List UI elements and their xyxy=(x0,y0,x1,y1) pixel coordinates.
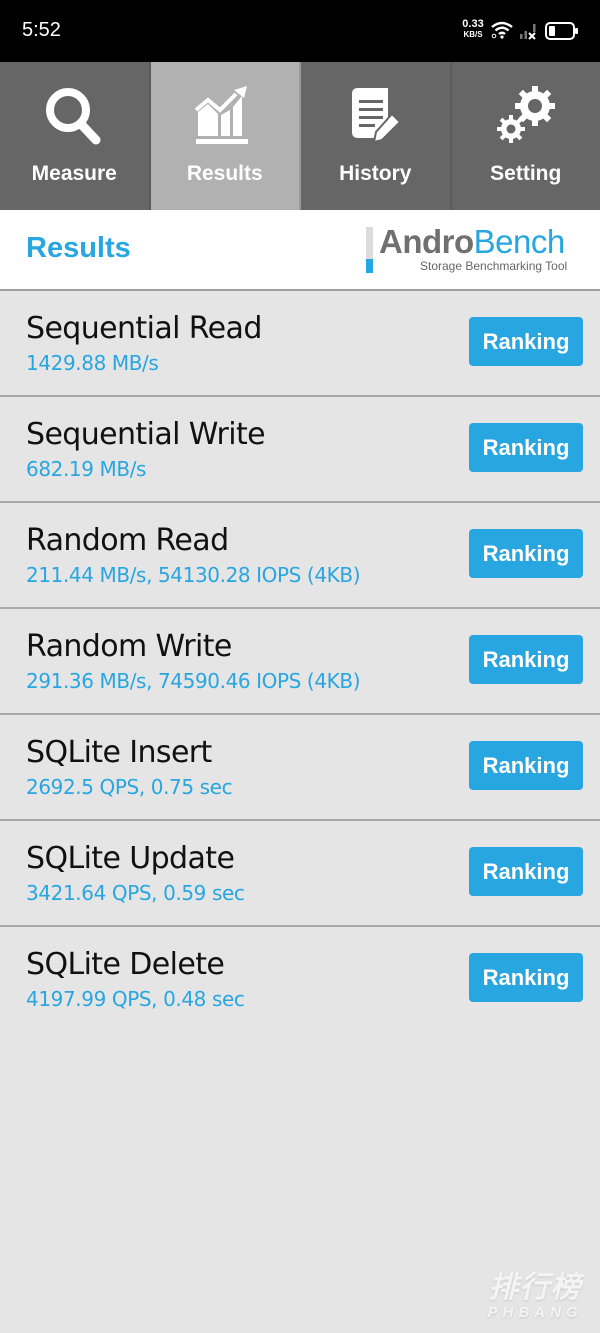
chart-trend-icon xyxy=(194,86,248,144)
result-row-sqlite-insert: SQLite Insert 2692.5 QPS, 0.75 sec Ranki… xyxy=(0,715,600,821)
watermark-en: PHBANG xyxy=(487,1304,583,1321)
result-value: 2692.5 QPS, 0.75 sec xyxy=(26,775,233,799)
tab-setting[interactable]: Setting xyxy=(451,62,600,210)
watermark-cn: 排行榜 xyxy=(488,1271,582,1304)
result-row-sqlite-delete: SQLite Delete 4197.99 QPS, 0.48 sec Rank… xyxy=(0,927,600,1031)
tab-label: Measure xyxy=(31,162,117,185)
ranking-button[interactable]: Ranking xyxy=(469,317,583,366)
results-list: Sequential Read 1429.88 MB/s Ranking Seq… xyxy=(0,291,600,1031)
result-name: SQLite Update xyxy=(26,841,235,876)
results-header: Results AndroBench Storage Benchmarking … xyxy=(0,210,600,291)
logo-bar-gray xyxy=(366,227,373,259)
result-value: 291.36 MB/s, 74590.46 IOPS (4KB) xyxy=(26,669,361,693)
result-row-sequential-write: Sequential Write 682.19 MB/s Ranking xyxy=(0,397,600,503)
logo-name-part1: Andro xyxy=(379,223,474,260)
ranking-button[interactable]: Ranking xyxy=(469,635,583,684)
watermark: 排行榜 PHBANG xyxy=(480,1262,590,1321)
ranking-button[interactable]: Ranking xyxy=(469,847,583,896)
androbench-logo: AndroBench Storage Benchmarking Tool xyxy=(366,223,586,275)
result-value: 682.19 MB/s xyxy=(26,457,147,481)
logo-name-part2: Bench xyxy=(473,223,566,260)
tab-label: History xyxy=(339,162,412,185)
wifi-icon xyxy=(491,21,513,39)
logo-bar-blue xyxy=(366,259,373,273)
ranking-button[interactable]: Ranking xyxy=(469,741,583,790)
result-value: 211.44 MB/s, 54130.28 IOPS (4KB) xyxy=(26,563,361,587)
tab-label: Setting xyxy=(490,162,562,185)
network-speed: 0.33 KB/S xyxy=(456,19,490,40)
battery-icon xyxy=(545,22,578,40)
result-name: Sequential Read xyxy=(26,311,262,346)
result-row-sqlite-update: SQLite Update 3421.64 QPS, 0.59 sec Rank… xyxy=(0,821,600,927)
result-value: 4197.99 QPS, 0.48 sec xyxy=(26,987,245,1011)
magnifier-icon xyxy=(46,88,101,145)
tab-history[interactable]: History xyxy=(301,62,452,210)
result-name: Random Read xyxy=(26,523,229,558)
page-title: Results xyxy=(26,232,131,264)
result-value: 1429.88 MB/s xyxy=(26,351,159,375)
ranking-button[interactable]: Ranking xyxy=(469,423,583,472)
status-time: 5:52 xyxy=(22,19,61,41)
result-row-random-write: Random Write 291.36 MB/s, 74590.46 IOPS … xyxy=(0,609,600,715)
result-name: Random Write xyxy=(26,629,232,664)
result-row-sequential-read: Sequential Read 1429.88 MB/s Ranking xyxy=(0,291,600,397)
document-pencil-icon xyxy=(352,88,402,144)
result-name: Sequential Write xyxy=(26,417,266,452)
gears-icon xyxy=(496,86,555,143)
result-row-random-read: Random Read 211.44 MB/s, 54130.28 IOPS (… xyxy=(0,503,600,609)
tab-label: Results xyxy=(186,162,263,185)
logo-tagline: Storage Benchmarking Tool xyxy=(420,259,568,273)
ranking-button[interactable]: Ranking xyxy=(469,529,583,578)
result-value: 3421.64 QPS, 0.59 sec xyxy=(26,881,245,905)
main-tab-bar: Measure Results History Setting xyxy=(0,62,600,210)
signal-no-service-icon xyxy=(520,24,536,40)
result-name: SQLite Insert xyxy=(26,735,212,770)
ranking-button[interactable]: Ranking xyxy=(469,953,583,1002)
tab-measure[interactable]: Measure xyxy=(0,62,151,210)
logo-name: AndroBench xyxy=(379,223,565,261)
tab-results[interactable]: Results xyxy=(150,62,301,210)
network-speed-value: 0.33 xyxy=(462,18,484,30)
result-name: SQLite Delete xyxy=(26,947,225,982)
network-speed-unit: KB/S xyxy=(463,30,483,39)
status-bar: 5:52 0.33 KB/S xyxy=(0,0,600,62)
